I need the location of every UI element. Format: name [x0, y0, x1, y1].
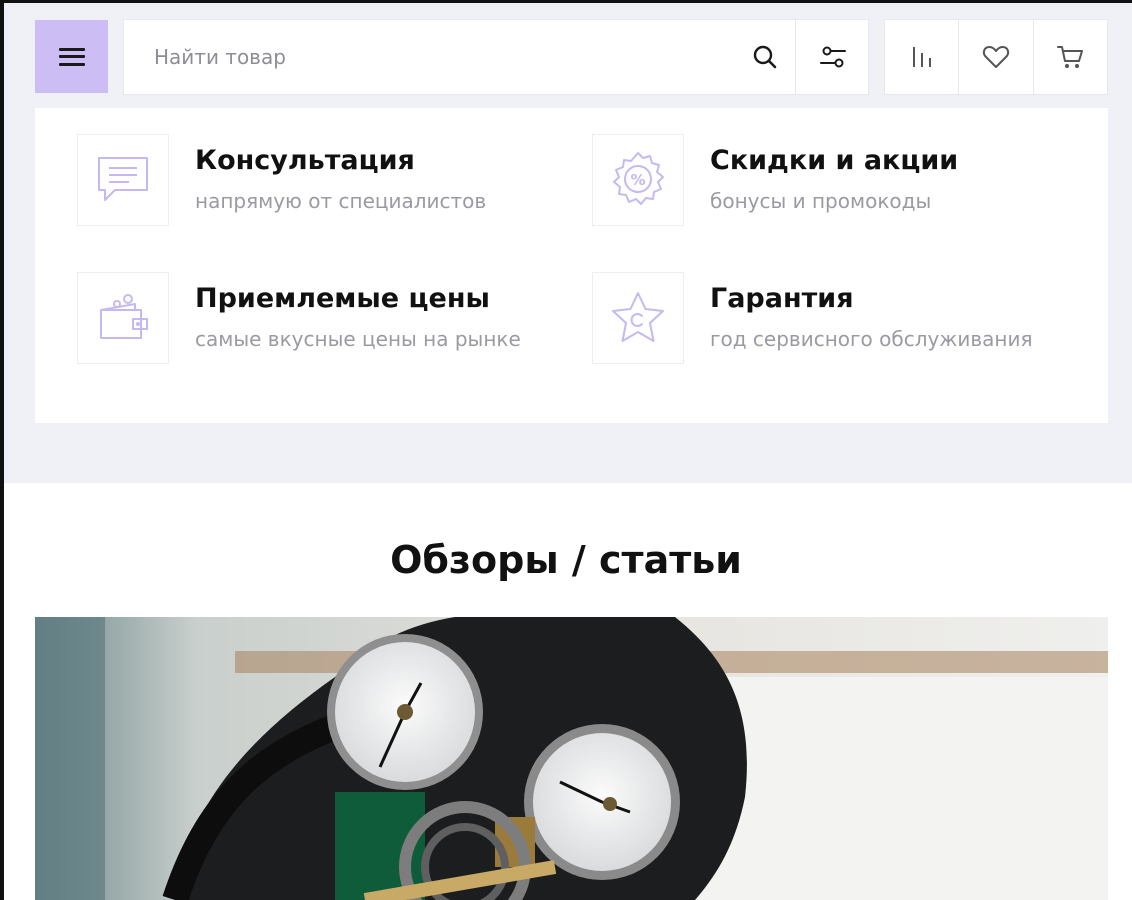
filter-sliders-icon: [819, 46, 846, 68]
window-border-top: [0, 0, 1132, 3]
window-border-left: [0, 0, 4, 900]
hamburger-icon: [58, 47, 85, 66]
feature-icon-box: [77, 134, 169, 226]
heart-icon: [982, 46, 1010, 68]
feature-subtitle: напрямую от специалистов: [195, 189, 487, 213]
article-cover-image[interactable]: [35, 617, 1108, 900]
feature-subtitle: бонусы и промокоды: [710, 189, 932, 213]
filter-button[interactable]: [795, 20, 869, 94]
pressure-gauges-photo: [35, 617, 1108, 900]
feature-subtitle: самые вкусные цены на рынке: [195, 327, 521, 351]
feature-consultation: Консультация напрямую от специалистов: [77, 134, 557, 234]
compare-bars-icon: [912, 47, 931, 67]
feature-icon-box: [592, 272, 684, 364]
feature-warranty: Гарантия год сервисного обслуживания: [592, 272, 1072, 382]
site-header: [0, 0, 1132, 110]
feature-prices: Приемлемые цены самые вкусные цены на ры…: [77, 272, 557, 382]
articles-section-title: Обзоры / статьи: [390, 538, 742, 582]
search-input[interactable]: [124, 20, 724, 94]
search-icon: [753, 45, 777, 69]
search-button[interactable]: [734, 20, 796, 94]
feature-title: Приемлемые цены: [195, 283, 490, 314]
feature-title: Гарантия: [710, 283, 854, 314]
feature-title: Скидки и акции: [710, 145, 959, 176]
cart-button[interactable]: [1032, 20, 1107, 94]
feature-icon-box: [77, 272, 169, 364]
feature-subtitle: год сервисного обслуживания: [710, 327, 1033, 351]
search-bar: [123, 19, 869, 95]
menu-button[interactable]: [35, 20, 108, 93]
discount-badge-icon: %: [613, 152, 664, 205]
favorites-button[interactable]: [958, 20, 1032, 94]
cart-icon: [1057, 46, 1084, 68]
wallet-icon: [100, 294, 148, 339]
header-actions: [884, 19, 1108, 95]
compare-button[interactable]: [885, 20, 958, 94]
chat-icon: [98, 157, 148, 201]
feature-title: Консультация: [195, 145, 415, 176]
feature-discounts: % Скидки и акции бонусы и промокоды: [592, 134, 1072, 234]
feature-icon-box: %: [592, 134, 684, 226]
svg-text:%: %: [630, 171, 645, 189]
star-icon: [612, 292, 664, 342]
